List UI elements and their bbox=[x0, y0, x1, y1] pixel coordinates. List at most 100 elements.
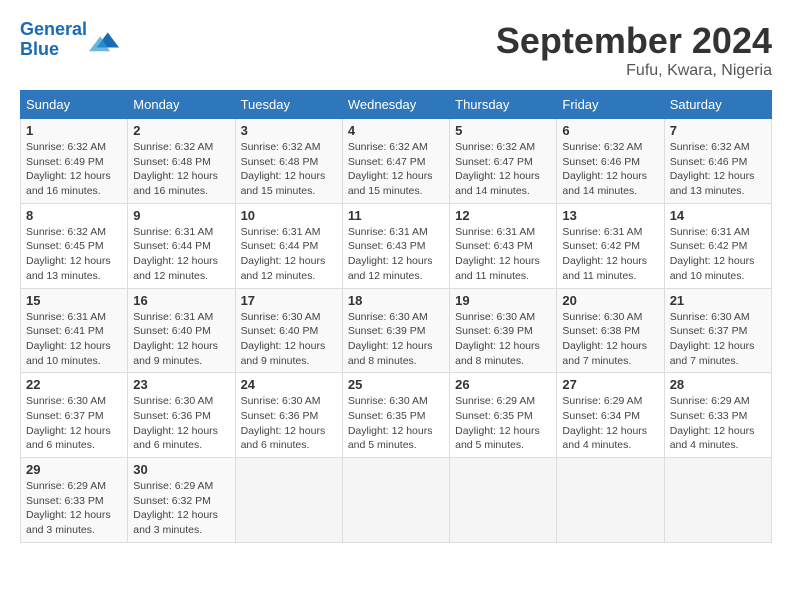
day-info: Sunrise: 6:32 AMSunset: 6:48 PMDaylight:… bbox=[241, 140, 337, 199]
calendar-week-row: 15Sunrise: 6:31 AMSunset: 6:41 PMDayligh… bbox=[21, 288, 772, 373]
day-number: 25 bbox=[348, 377, 444, 392]
col-sunday: Sunday bbox=[21, 91, 128, 119]
day-info: Sunrise: 6:32 AMSunset: 6:47 PMDaylight:… bbox=[348, 140, 444, 199]
day-info: Sunrise: 6:31 AMSunset: 6:44 PMDaylight:… bbox=[241, 225, 337, 284]
day-number: 9 bbox=[133, 208, 229, 223]
day-number: 26 bbox=[455, 377, 551, 392]
title-section: September 2024 Fufu, Kwara, Nigeria bbox=[496, 20, 772, 80]
calendar-cell: 13Sunrise: 6:31 AMSunset: 6:42 PMDayligh… bbox=[557, 203, 664, 288]
day-number: 28 bbox=[670, 377, 766, 392]
calendar-cell: 20 Sunrise: 6:30 AMSunset: 6:38 PMDayligh… bbox=[557, 288, 664, 373]
day-number: 23 bbox=[133, 377, 229, 392]
day-info: Sunrise: 6:31 AMSunset: 6:42 PMDaylight:… bbox=[670, 225, 766, 284]
day-number: 24 bbox=[241, 377, 337, 392]
col-wednesday: Wednesday bbox=[342, 91, 449, 119]
col-saturday: Saturday bbox=[664, 91, 771, 119]
day-info: Sunrise: 6:31 AMSunset: 6:41 PMDaylight:… bbox=[26, 310, 122, 369]
col-tuesday: Tuesday bbox=[235, 91, 342, 119]
calendar-week-row: 22Sunrise: 6:30 AMSunset: 6:37 PMDayligh… bbox=[21, 373, 772, 458]
calendar-week-row: 8 Sunrise: 6:32 AMSunset: 6:45 PMDaylight… bbox=[21, 203, 772, 288]
calendar-cell: 21 Sunrise: 6:30 AMSunset: 6:37 PMDayligh… bbox=[664, 288, 771, 373]
day-info: Sunrise: 6:32 AMSunset: 6:49 PMDaylight:… bbox=[26, 140, 122, 199]
day-number: 2 bbox=[133, 123, 229, 138]
day-number: 17 bbox=[241, 293, 337, 308]
day-info: Sunrise: 6:31 AMSunset: 6:44 PMDaylight:… bbox=[133, 225, 229, 284]
calendar-cell: 12 Sunrise: 6:31 AMSunset: 6:43 PMDayligh… bbox=[450, 203, 557, 288]
day-number: 12 bbox=[455, 208, 551, 223]
calendar-cell bbox=[557, 458, 664, 543]
calendar-cell: 5 Sunrise: 6:32 AMSunset: 6:47 PMDaylight… bbox=[450, 119, 557, 204]
calendar-week-row: 29 Sunrise: 6:29 AMSunset: 6:33 PMDayligh… bbox=[21, 458, 772, 543]
calendar-cell: 18 Sunrise: 6:30 AMSunset: 6:39 PMDayligh… bbox=[342, 288, 449, 373]
calendar-cell: 23 Sunrise: 6:30 AMSunset: 6:36 PMDayligh… bbox=[128, 373, 235, 458]
day-number: 5 bbox=[455, 123, 551, 138]
day-number: 16 bbox=[133, 293, 229, 308]
logo-text: General Blue bbox=[20, 20, 87, 60]
day-info: Sunrise: 6:29 AMSunset: 6:33 PMDaylight:… bbox=[670, 394, 766, 453]
calendar-cell: 28 Sunrise: 6:29 AMSunset: 6:33 PMDayligh… bbox=[664, 373, 771, 458]
day-info: Sunrise: 6:31 AMSunset: 6:43 PMDaylight:… bbox=[455, 225, 551, 284]
day-info: Sunrise: 6:30 AMSunset: 6:40 PMDaylight:… bbox=[241, 310, 337, 369]
calendar-cell: 29 Sunrise: 6:29 AMSunset: 6:33 PMDayligh… bbox=[21, 458, 128, 543]
day-number: 6 bbox=[562, 123, 658, 138]
day-number: 29 bbox=[26, 462, 122, 477]
day-number: 11 bbox=[348, 208, 444, 223]
calendar-cell: 16 Sunrise: 6:31 AMSunset: 6:40 PMDayligh… bbox=[128, 288, 235, 373]
month-title: September 2024 bbox=[496, 20, 772, 62]
day-number: 18 bbox=[348, 293, 444, 308]
day-number: 13 bbox=[562, 208, 658, 223]
day-number: 21 bbox=[670, 293, 766, 308]
day-number: 1 bbox=[26, 123, 122, 138]
calendar-cell: 24 Sunrise: 6:30 AMSunset: 6:36 PMDayligh… bbox=[235, 373, 342, 458]
calendar-cell: 9 Sunrise: 6:31 AMSunset: 6:44 PMDaylight… bbox=[128, 203, 235, 288]
day-info: Sunrise: 6:29 AMSunset: 6:35 PMDaylight:… bbox=[455, 394, 551, 453]
day-info: Sunrise: 6:32 AMSunset: 6:48 PMDaylight:… bbox=[133, 140, 229, 199]
day-number: 20 bbox=[562, 293, 658, 308]
calendar-cell bbox=[664, 458, 771, 543]
calendar-table: Sunday Monday Tuesday Wednesday Thursday… bbox=[20, 90, 772, 543]
col-thursday: Thursday bbox=[450, 91, 557, 119]
calendar-cell: 27Sunrise: 6:29 AMSunset: 6:34 PMDayligh… bbox=[557, 373, 664, 458]
calendar-cell: 17 Sunrise: 6:30 AMSunset: 6:40 PMDayligh… bbox=[235, 288, 342, 373]
day-info: Sunrise: 6:29 AMSunset: 6:32 PMDaylight:… bbox=[133, 479, 229, 538]
day-number: 7 bbox=[670, 123, 766, 138]
calendar-cell: 2 Sunrise: 6:32 AMSunset: 6:48 PMDaylight… bbox=[128, 119, 235, 204]
day-info: Sunrise: 6:30 AMSunset: 6:37 PMDaylight:… bbox=[670, 310, 766, 369]
calendar-cell: 25 Sunrise: 6:30 AMSunset: 6:35 PMDayligh… bbox=[342, 373, 449, 458]
calendar-cell: 10Sunrise: 6:31 AMSunset: 6:44 PMDayligh… bbox=[235, 203, 342, 288]
calendar-cell: 7 Sunrise: 6:32 AMSunset: 6:46 PMDaylight… bbox=[664, 119, 771, 204]
day-info: Sunrise: 6:32 AMSunset: 6:46 PMDaylight:… bbox=[670, 140, 766, 199]
page-header: General Blue September 2024 Fufu, Kwara,… bbox=[20, 20, 772, 80]
day-info: Sunrise: 6:30 AMSunset: 6:38 PMDaylight:… bbox=[562, 310, 658, 369]
calendar-cell: 11 Sunrise: 6:31 AMSunset: 6:43 PMDayligh… bbox=[342, 203, 449, 288]
calendar-cell: 22Sunrise: 6:30 AMSunset: 6:37 PMDayligh… bbox=[21, 373, 128, 458]
calendar-header-row: Sunday Monday Tuesday Wednesday Thursday… bbox=[21, 91, 772, 119]
calendar-cell: 15Sunrise: 6:31 AMSunset: 6:41 PMDayligh… bbox=[21, 288, 128, 373]
day-info: Sunrise: 6:30 AMSunset: 6:36 PMDaylight:… bbox=[133, 394, 229, 453]
col-monday: Monday bbox=[128, 91, 235, 119]
calendar-cell bbox=[342, 458, 449, 543]
day-info: Sunrise: 6:29 AMSunset: 6:33 PMDaylight:… bbox=[26, 479, 122, 538]
day-number: 8 bbox=[26, 208, 122, 223]
calendar-cell bbox=[235, 458, 342, 543]
day-info: Sunrise: 6:32 AMSunset: 6:45 PMDaylight:… bbox=[26, 225, 122, 284]
calendar-cell bbox=[450, 458, 557, 543]
day-info: Sunrise: 6:30 AMSunset: 6:36 PMDaylight:… bbox=[241, 394, 337, 453]
day-number: 4 bbox=[348, 123, 444, 138]
day-info: Sunrise: 6:30 AMSunset: 6:39 PMDaylight:… bbox=[455, 310, 551, 369]
day-number: 3 bbox=[241, 123, 337, 138]
calendar-cell: 4 Sunrise: 6:32 AMSunset: 6:47 PMDaylight… bbox=[342, 119, 449, 204]
calendar-cell: 30Sunrise: 6:29 AMSunset: 6:32 PMDayligh… bbox=[128, 458, 235, 543]
calendar-week-row: 1 Sunrise: 6:32 AMSunset: 6:49 PMDaylight… bbox=[21, 119, 772, 204]
day-number: 19 bbox=[455, 293, 551, 308]
day-number: 22 bbox=[26, 377, 122, 392]
calendar-cell: 3 Sunrise: 6:32 AMSunset: 6:48 PMDaylight… bbox=[235, 119, 342, 204]
day-info: Sunrise: 6:31 AMSunset: 6:40 PMDaylight:… bbox=[133, 310, 229, 369]
day-info: Sunrise: 6:30 AMSunset: 6:39 PMDaylight:… bbox=[348, 310, 444, 369]
day-info: Sunrise: 6:32 AMSunset: 6:47 PMDaylight:… bbox=[455, 140, 551, 199]
day-info: Sunrise: 6:31 AMSunset: 6:43 PMDaylight:… bbox=[348, 225, 444, 284]
day-info: Sunrise: 6:30 AMSunset: 6:35 PMDaylight:… bbox=[348, 394, 444, 453]
calendar-cell: 1 Sunrise: 6:32 AMSunset: 6:49 PMDaylight… bbox=[21, 119, 128, 204]
calendar-cell: 19 Sunrise: 6:30 AMSunset: 6:39 PMDayligh… bbox=[450, 288, 557, 373]
day-number: 14 bbox=[670, 208, 766, 223]
